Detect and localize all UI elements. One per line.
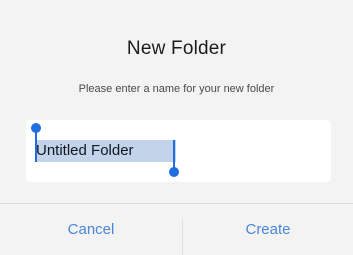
cancel-button[interactable]: Cancel bbox=[0, 204, 182, 255]
new-folder-dialog: New Folder Please enter a name for your … bbox=[0, 0, 353, 255]
dialog-title: New Folder bbox=[126, 38, 227, 59]
selection-end-handle[interactable] bbox=[169, 167, 179, 177]
folder-name-value: Untitled Folder bbox=[36, 142, 134, 159]
dialog-message: Please enter a name for your new folder bbox=[78, 83, 275, 95]
folder-name-input[interactable]: Untitled Folder bbox=[26, 120, 331, 182]
selection-start-handle-line[interactable] bbox=[35, 128, 37, 162]
create-button[interactable]: Create bbox=[183, 204, 353, 255]
selection-start-handle[interactable] bbox=[31, 123, 41, 133]
